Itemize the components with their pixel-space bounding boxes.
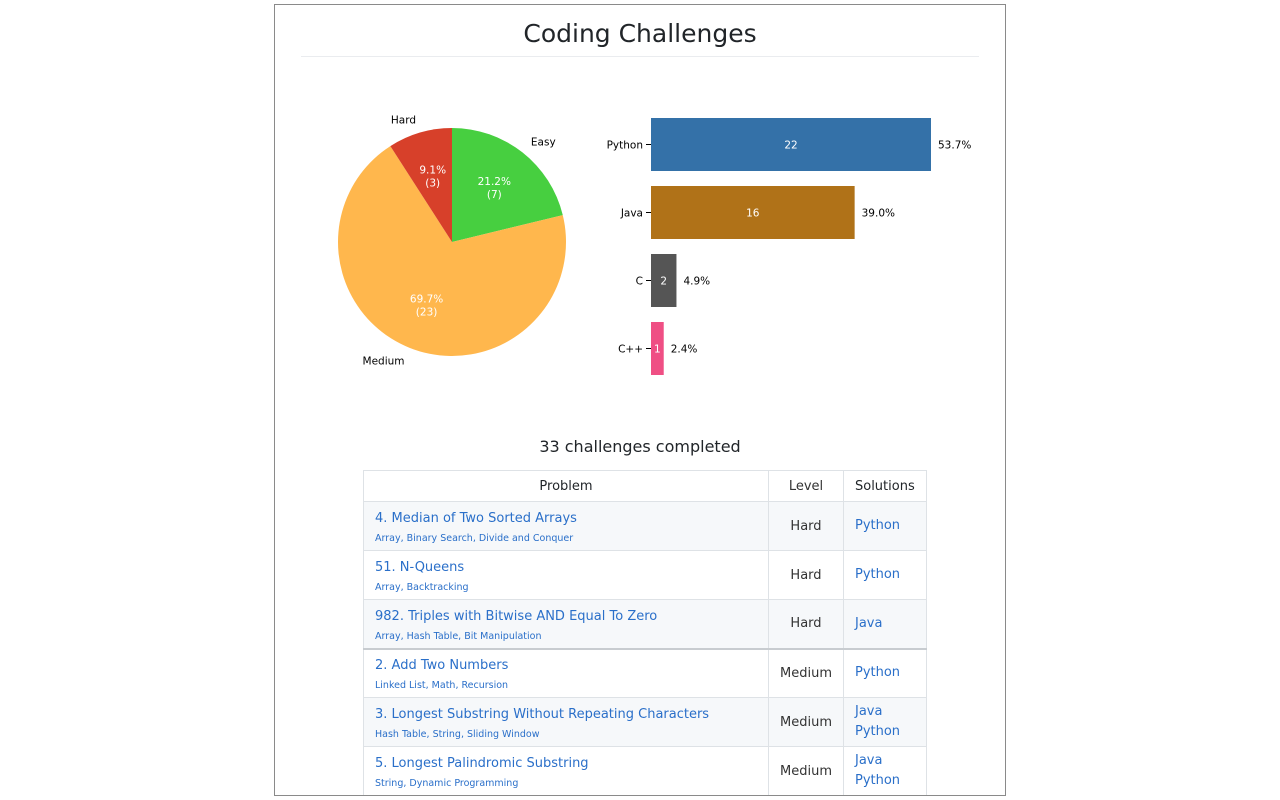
level-cell: Hard [768,550,844,600]
solutions-cell: Python [842,501,927,551]
pie-slice-label: Hard [391,114,416,126]
y-tick-label: Java [620,208,643,220]
solution-link[interactable]: Java [855,702,915,722]
language-bar-chart: Python 22 53.7% Java 16 39.0% C 2 4.9% C++ 1 2.4% [607,118,971,375]
table-row: 5. Longest Palindromic Substring StringD… [363,746,927,795]
problem-link[interactable]: 4. Median of Two Sorted Arrays [375,511,757,526]
column-header-solutions: Solutions [842,470,927,502]
tag-link[interactable]: Divide and Conquer [473,533,573,544]
tag-link[interactable]: Bit Manipulation [458,631,541,642]
problem-link[interactable]: 982. Triples with Bitwise AND Equal To Z… [375,609,757,624]
level-cell: Medium [768,746,844,795]
solution-link[interactable]: Python [855,516,915,536]
problem-cell: 3. Longest Substring Without Repeating C… [363,697,769,747]
tag-link[interactable]: Array [375,582,401,593]
bar-percent-label: 53.7% [938,140,971,152]
pie-count-label: (23) [416,307,438,319]
table-row: 2. Add Two Numbers Linked ListMathRecurs… [363,647,927,698]
problem-tags: Hash TableStringSliding Window [375,729,757,740]
pie-percent-label: 69.7% [410,294,443,306]
problem-cell: 51. N-Queens ArrayBacktracking [363,550,769,600]
level-cell: Hard [768,599,844,649]
problem-link[interactable]: 51. N-Queens [375,560,757,575]
table-row: 3. Longest Substring Without Repeating C… [363,697,927,747]
pie-slice-label: Easy [531,137,556,149]
problem-link[interactable]: 3. Longest Substring Without Repeating C… [375,707,757,722]
solution-link[interactable]: Python [855,663,915,683]
level-cell: Hard [768,501,844,551]
solution-link[interactable]: Java [855,751,915,771]
problem-tags: Linked ListMathRecursion [375,680,757,691]
tag-link[interactable]: Array [375,533,401,544]
bar-value-label: 2 [660,276,667,288]
solution-link[interactable]: Python [855,771,915,791]
pie-slice-label: Medium [363,356,405,368]
solutions-cell: Java Python [842,746,927,795]
problem-tags: StringDynamic Programming [375,778,757,789]
problem-cell: 4. Median of Two Sorted Arrays ArrayBina… [363,501,769,551]
bar-percent-label: 39.0% [862,208,895,220]
problem-tags: ArrayHash TableBit Manipulation [375,631,757,642]
table-row: 982. Triples with Bitwise AND Equal To Z… [363,599,927,649]
tag-link[interactable]: String [427,729,461,740]
tag-link[interactable]: Binary Search [401,533,473,544]
y-tick-label: Python [607,140,643,152]
problem-cell: 2. Add Two Numbers Linked ListMathRecurs… [363,647,769,698]
pie-count-label: (3) [425,177,440,189]
level-cell: Medium [768,647,844,698]
bar-percent-label: 2.4% [671,344,698,356]
bar-value-label: 1 [654,344,661,356]
bar-value-label: 22 [784,140,797,152]
problem-cell: 5. Longest Palindromic Substring StringD… [363,746,769,795]
column-header-level: Level [768,470,844,502]
challenges-summary: 33 challenges completed [539,437,741,456]
y-tick-label: C++ [618,344,643,356]
pie-percent-label: 21.2% [478,176,511,188]
solution-link[interactable]: Java [855,614,915,634]
tag-link[interactable]: Math [426,680,456,691]
problem-tags: ArrayBacktracking [375,582,757,593]
y-tick-label: C [636,276,643,288]
problem-link[interactable]: 5. Longest Palindromic Substring [375,756,757,771]
tag-link[interactable]: Hash Table [375,729,427,740]
pie-count-label: (7) [487,189,502,201]
tag-link[interactable]: Backtracking [401,582,469,593]
level-cell: Medium [768,697,844,747]
challenges-table: Problem Level Solutions 4. Median of Two… [363,470,927,795]
solutions-cell: Java [842,599,927,649]
solutions-cell: Python [842,550,927,600]
table-row: 51. N-Queens ArrayBacktracking Hard Pyth… [363,550,927,600]
table-header-row: Problem Level Solutions [363,470,927,502]
problem-tags: ArrayBinary SearchDivide and Conquer [375,533,757,544]
tag-link[interactable]: Dynamic Programming [403,778,518,789]
page-container: Coding Challenges 21.2% (7) Easy 69.7% (23) M… [274,4,1006,796]
tag-link[interactable]: Linked List [375,680,426,691]
tag-link[interactable]: Sliding Window [461,729,540,740]
column-header-problem: Problem [363,470,769,502]
tag-link[interactable]: Hash Table [401,631,459,642]
bar-value-label: 16 [746,208,760,220]
problem-link[interactable]: 2. Add Two Numbers [375,658,757,673]
tag-link[interactable]: Recursion [455,680,508,691]
pie-percent-label: 9.1% [419,164,446,176]
difficulty-pie-chart: 21.2%(7) Easy 69.7%(23) Medium 9.1%(3) Hard [338,114,566,368]
tag-link[interactable]: String [375,778,403,789]
page-title: Coding Challenges [301,19,979,57]
table-row: 4. Median of Two Sorted Arrays ArrayBina… [363,501,927,551]
bar-percent-label: 4.9% [683,276,710,288]
solutions-cell: Java Python [842,697,927,747]
solution-link[interactable]: Python [855,722,915,742]
tag-link[interactable]: Array [375,631,401,642]
solutions-cell: Python [842,647,927,698]
problem-cell: 982. Triples with Bitwise AND Equal To Z… [363,599,769,649]
solution-link[interactable]: Python [855,565,915,585]
